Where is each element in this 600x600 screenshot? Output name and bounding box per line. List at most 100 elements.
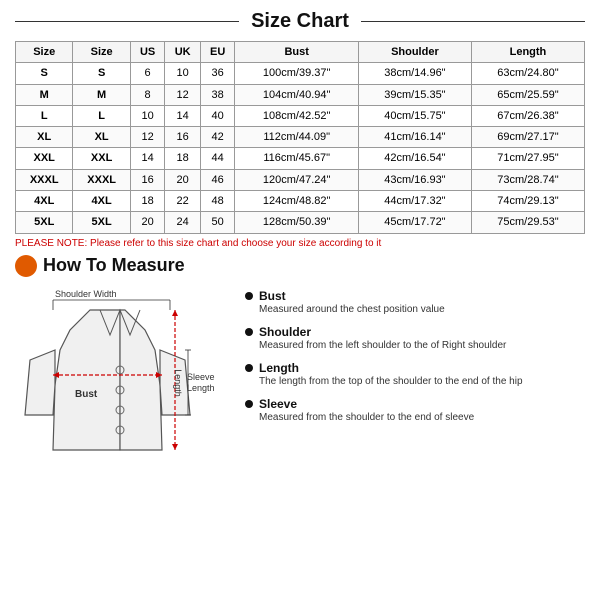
table-cell: 69cm/27.17" bbox=[471, 127, 584, 148]
table-cell: 12 bbox=[165, 84, 201, 105]
measure-item-content: BustMeasured around the chest position v… bbox=[259, 289, 445, 317]
table-cell: 100cm/39.37" bbox=[235, 63, 358, 84]
bullet-dot bbox=[245, 364, 253, 372]
table-cell: 43cm/16.93" bbox=[358, 169, 471, 190]
measure-list: BustMeasured around the chest position v… bbox=[245, 285, 585, 478]
table-cell: 14 bbox=[130, 148, 165, 169]
table-cell: 5XL bbox=[16, 212, 73, 233]
table-row: LL101440108cm/42.52"40cm/15.75"67cm/26.3… bbox=[16, 105, 585, 126]
svg-text:Shoulder Width: Shoulder Width bbox=[55, 289, 117, 299]
measure-item-content: LengthThe length from the top of the sho… bbox=[259, 361, 523, 389]
table-cell: 104cm/40.94" bbox=[235, 84, 358, 105]
table-cell: 36 bbox=[200, 63, 235, 84]
measure-item-content: ShoulderMeasured from the left shoulder … bbox=[259, 325, 506, 353]
measure-item-desc: Measured from the shoulder to the end of… bbox=[259, 411, 474, 425]
table-cell: 10 bbox=[130, 105, 165, 126]
svg-text:Bust: Bust bbox=[75, 389, 98, 400]
table-cell: 75cm/29.53" bbox=[471, 212, 584, 233]
table-cell: L bbox=[16, 105, 73, 126]
table-cell: XXXL bbox=[73, 169, 130, 190]
table-row: XXLXXL141844116cm/45.67"42cm/16.54"71cm/… bbox=[16, 148, 585, 169]
table-cell: 120cm/47.24" bbox=[235, 169, 358, 190]
measure-item-desc: The length from the top of the shoulder … bbox=[259, 375, 523, 389]
table-header-row: Size Size US UK EU Bust Shoulder Length bbox=[16, 42, 585, 63]
col-uk: UK bbox=[165, 42, 201, 63]
orange-circle-icon bbox=[15, 255, 37, 277]
table-cell: 10 bbox=[165, 63, 201, 84]
size-table: Size Size US UK EU Bust Shoulder Length … bbox=[15, 41, 585, 234]
bullet-dot bbox=[245, 400, 253, 408]
col-bust: Bust bbox=[235, 42, 358, 63]
col-size2: Size bbox=[73, 42, 130, 63]
how-to-measure-header: How To Measure bbox=[15, 255, 585, 277]
jacket-illustration: Shoulder Width bbox=[15, 285, 235, 478]
table-cell: 5XL bbox=[73, 212, 130, 233]
table-row: SS61036100cm/39.37"38cm/14.96"63cm/24.80… bbox=[16, 63, 585, 84]
table-cell: 4XL bbox=[73, 191, 130, 212]
table-cell: 20 bbox=[165, 169, 201, 190]
table-cell: 44 bbox=[200, 148, 235, 169]
table-cell: 108cm/42.52" bbox=[235, 105, 358, 126]
measure-item-title: Length bbox=[259, 361, 523, 375]
bullet-dot bbox=[245, 292, 253, 300]
bullet-dot bbox=[245, 328, 253, 336]
table-cell: XXL bbox=[16, 148, 73, 169]
measure-item-title: Sleeve bbox=[259, 397, 474, 411]
jacket-svg: Shoulder Width bbox=[15, 285, 235, 475]
table-row: 4XL4XL182248124cm/48.82"44cm/17.32"74cm/… bbox=[16, 191, 585, 212]
table-cell: 44cm/17.32" bbox=[358, 191, 471, 212]
col-us: US bbox=[130, 42, 165, 63]
title-section: Size Chart bbox=[15, 10, 585, 33]
measure-item: LengthThe length from the top of the sho… bbox=[245, 361, 585, 389]
table-cell: 38cm/14.96" bbox=[358, 63, 471, 84]
how-content: Shoulder Width bbox=[15, 285, 585, 478]
col-size1: Size bbox=[16, 42, 73, 63]
table-cell: 12 bbox=[130, 127, 165, 148]
page: Size Chart Size Size US UK EU Bust Shoul… bbox=[0, 0, 600, 600]
measure-item: SleeveMeasured from the shoulder to the … bbox=[245, 397, 585, 425]
table-cell: XXL bbox=[73, 148, 130, 169]
table-cell: 4XL bbox=[16, 191, 73, 212]
table-cell: 18 bbox=[165, 148, 201, 169]
table-cell: L bbox=[73, 105, 130, 126]
page-title: Size Chart bbox=[239, 10, 361, 33]
table-cell: 112cm/44.09" bbox=[235, 127, 358, 148]
table-cell: 41cm/16.14" bbox=[358, 127, 471, 148]
title-line-right bbox=[361, 21, 585, 22]
table-cell: M bbox=[73, 84, 130, 105]
measure-item-title: Bust bbox=[259, 289, 445, 303]
col-length: Length bbox=[471, 42, 584, 63]
table-row: XLXL121642112cm/44.09"41cm/16.14"69cm/27… bbox=[16, 127, 585, 148]
table-cell: M bbox=[16, 84, 73, 105]
table-cell: 124cm/48.82" bbox=[235, 191, 358, 212]
table-cell: XL bbox=[16, 127, 73, 148]
table-cell: 116cm/45.67" bbox=[235, 148, 358, 169]
table-cell: 73cm/28.74" bbox=[471, 169, 584, 190]
table-row: 5XL5XL202450128cm/50.39"45cm/17.72"75cm/… bbox=[16, 212, 585, 233]
measure-item-desc: Measured from the left shoulder to the o… bbox=[259, 339, 506, 353]
table-cell: 20 bbox=[130, 212, 165, 233]
measure-item-desc: Measured around the chest position value bbox=[259, 303, 445, 317]
table-cell: 22 bbox=[165, 191, 201, 212]
table-cell: 24 bbox=[165, 212, 201, 233]
title-line-left bbox=[15, 21, 239, 22]
table-row: XXXLXXXL162046120cm/47.24"43cm/16.93"73c… bbox=[16, 169, 585, 190]
col-eu: EU bbox=[200, 42, 235, 63]
table-row: MM81238104cm/40.94"39cm/15.35"65cm/25.59… bbox=[16, 84, 585, 105]
table-cell: 16 bbox=[130, 169, 165, 190]
table-cell: S bbox=[73, 63, 130, 84]
table-cell: 40cm/15.75" bbox=[358, 105, 471, 126]
table-cell: S bbox=[16, 63, 73, 84]
measure-item: ShoulderMeasured from the left shoulder … bbox=[245, 325, 585, 353]
svg-text:Length: Length bbox=[187, 383, 215, 393]
table-cell: XXXL bbox=[16, 169, 73, 190]
table-cell: 71cm/27.95" bbox=[471, 148, 584, 169]
table-cell: 50 bbox=[200, 212, 235, 233]
measure-item: BustMeasured around the chest position v… bbox=[245, 289, 585, 317]
measure-item-content: SleeveMeasured from the shoulder to the … bbox=[259, 397, 474, 425]
measure-item-title: Shoulder bbox=[259, 325, 506, 339]
table-cell: 42cm/16.54" bbox=[358, 148, 471, 169]
table-cell: 6 bbox=[130, 63, 165, 84]
table-cell: 65cm/25.59" bbox=[471, 84, 584, 105]
table-cell: 48 bbox=[200, 191, 235, 212]
